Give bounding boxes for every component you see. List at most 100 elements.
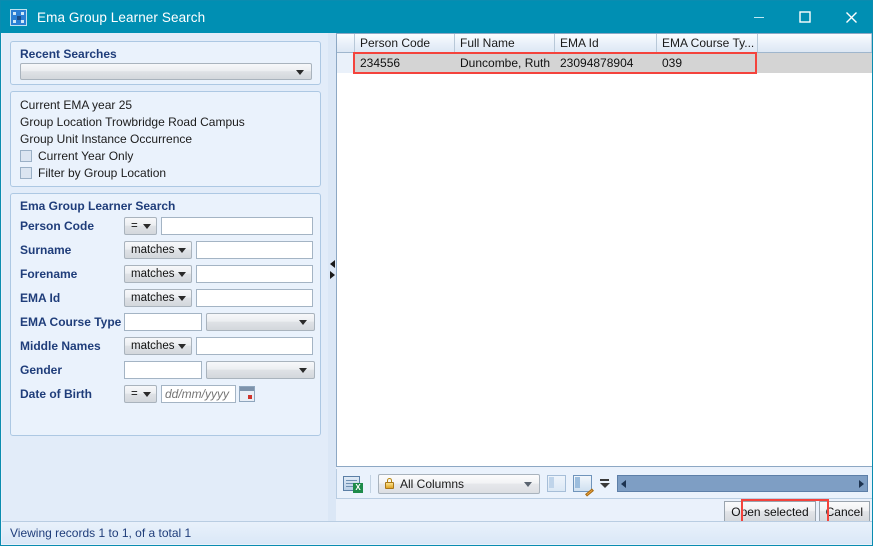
table-row[interactable]: 234556 Duncombe, Ruth 23094878904 039	[337, 53, 872, 73]
chevron-down-icon	[296, 69, 304, 75]
current-year-only-checkbox-row[interactable]: Current Year Only	[20, 149, 133, 163]
chevron-down-icon	[178, 296, 186, 301]
chevron-down-icon	[178, 248, 186, 253]
operator-value-person-code: =	[131, 220, 138, 232]
filter-by-group-location-label: Filter by Group Location	[38, 166, 167, 180]
horizontal-scrollbar[interactable]	[617, 475, 868, 492]
field-row-person-code: Person Code =	[20, 216, 315, 236]
input-gender[interactable]	[123, 361, 202, 379]
dialog-action-buttons: Open selected Cancel	[724, 501, 870, 522]
label-ema-course-type: EMA Course Type	[20, 315, 122, 329]
calendar-icon[interactable]	[239, 386, 255, 402]
field-row-middle-names: Middle Names matches	[20, 336, 315, 356]
filter-by-group-location-checkbox-row[interactable]: Filter by Group Location	[20, 166, 166, 180]
label-gender: Gender	[20, 363, 63, 377]
columns-filter-value: All Columns	[400, 476, 465, 491]
toolbar-divider	[370, 474, 371, 493]
scroll-left-arrow-icon[interactable]	[621, 479, 626, 488]
grid-footer-toolbar: X All Columns	[336, 469, 872, 499]
grid-header-ema-course-type[interactable]: EMA Course Ty...	[657, 34, 758, 52]
field-row-ema-id: EMA Id matches	[20, 288, 315, 308]
close-button[interactable]	[828, 1, 872, 33]
scroll-right-arrow-icon[interactable]	[859, 479, 864, 488]
export-to-excel-icon[interactable]: X	[343, 475, 363, 493]
window-title: Ema Group Learner Search	[37, 9, 206, 25]
group-unit-instance-occurrence-text: Group Unit Instance Occurrence	[20, 132, 193, 146]
cell-ema-course-type: 039	[662, 56, 683, 70]
field-row-ema-course-type: EMA Course Type	[20, 312, 315, 332]
operator-combo-middle-names[interactable]: matches	[124, 337, 192, 355]
grid-header-full-name[interactable]: Full Name	[455, 34, 555, 52]
chevron-down-icon	[299, 368, 307, 373]
minimize-button[interactable]	[736, 1, 782, 33]
operator-value-forename: matches	[131, 268, 175, 280]
grid-header-person-code[interactable]: Person Code	[355, 34, 455, 52]
splitter-handle[interactable]	[329, 260, 335, 279]
column-layout-button[interactable]	[547, 475, 566, 492]
maximize-icon	[799, 11, 811, 23]
app-grid-icon	[10, 8, 27, 26]
chevron-down-icon	[143, 392, 151, 397]
operator-combo-ema-id[interactable]: matches	[124, 289, 192, 307]
input-forename[interactable]	[196, 265, 313, 283]
chevron-down-icon	[178, 344, 186, 349]
label-person-code: Person Code	[20, 219, 95, 233]
grid-header-ema-id[interactable]: EMA Id	[555, 34, 657, 52]
field-row-surname: Surname matches	[20, 240, 315, 260]
combo-gender[interactable]	[205, 361, 315, 379]
edit-layout-button[interactable]	[573, 475, 594, 497]
lock-icon	[384, 478, 395, 489]
title-bar: Ema Group Learner Search	[1, 1, 872, 33]
input-person-code[interactable]	[161, 217, 313, 235]
context-info-group: Current EMA year 25 Group Location Trowb…	[10, 91, 321, 187]
operator-combo-person-code[interactable]: =	[124, 217, 157, 235]
results-grid[interactable]: Person Code Full Name EMA Id EMA Course …	[336, 33, 872, 467]
open-selected-button[interactable]: Open selected	[724, 501, 816, 522]
recent-searches-combo[interactable]	[20, 63, 312, 80]
input-surname[interactable]	[196, 241, 313, 259]
current-ema-year-text: Current EMA year 25	[20, 98, 133, 112]
field-row-forename: Forename matches	[20, 264, 315, 284]
cell-person-code: 234556	[360, 56, 401, 70]
input-date-of-birth[interactable]	[161, 385, 236, 403]
operator-value-date-of-birth: =	[131, 388, 138, 400]
maximize-button[interactable]	[782, 1, 828, 33]
expand-right-icon[interactable]	[329, 271, 335, 279]
grid-header-row: Person Code Full Name EMA Id EMA Course …	[337, 34, 872, 53]
current-year-only-label: Current Year Only	[38, 149, 134, 163]
combo-ema-course-type[interactable]	[205, 313, 315, 331]
filter-by-group-location-checkbox[interactable]	[20, 167, 32, 179]
close-icon	[845, 11, 857, 23]
cell-filler	[758, 53, 872, 73]
field-row-date-of-birth: Date of Birth =	[20, 384, 315, 404]
row-selector-cell[interactable]	[337, 53, 355, 73]
grid-header-selector-cell	[337, 34, 355, 52]
current-year-only-checkbox[interactable]	[20, 150, 32, 162]
label-ema-id: EMA Id	[20, 291, 61, 305]
minimize-icon	[754, 17, 764, 18]
label-middle-names: Middle Names	[20, 339, 101, 353]
cell-ema-id: 23094878904	[560, 56, 634, 70]
pane-splitter[interactable]	[328, 33, 336, 522]
label-date-of-birth: Date of Birth	[20, 387, 92, 401]
chevron-down-icon	[178, 272, 186, 277]
operator-combo-date-of-birth[interactable]: =	[124, 385, 157, 403]
cancel-button[interactable]: Cancel	[818, 501, 870, 522]
recent-searches-group: Recent Searches	[10, 41, 321, 85]
more-options-icon[interactable]	[599, 479, 610, 488]
operator-value-surname: matches	[131, 244, 175, 256]
grid-header-filler	[758, 34, 872, 52]
input-middle-names[interactable]	[196, 337, 313, 355]
operator-combo-forename[interactable]: matches	[124, 265, 192, 283]
input-ema-id[interactable]	[196, 289, 313, 307]
search-group-title: Ema Group Learner Search	[20, 199, 176, 213]
input-ema-course-type[interactable]	[123, 313, 202, 331]
columns-filter-combo[interactable]: All Columns	[378, 473, 540, 494]
recent-searches-title: Recent Searches	[20, 47, 117, 61]
operator-combo-surname[interactable]: matches	[124, 241, 192, 259]
status-bar: Viewing records 1 to 1, of a total 1	[2, 521, 872, 544]
chevron-down-icon	[299, 320, 307, 325]
collapse-left-icon[interactable]	[329, 260, 335, 268]
window-controls	[736, 1, 872, 33]
chevron-down-icon	[143, 224, 151, 229]
